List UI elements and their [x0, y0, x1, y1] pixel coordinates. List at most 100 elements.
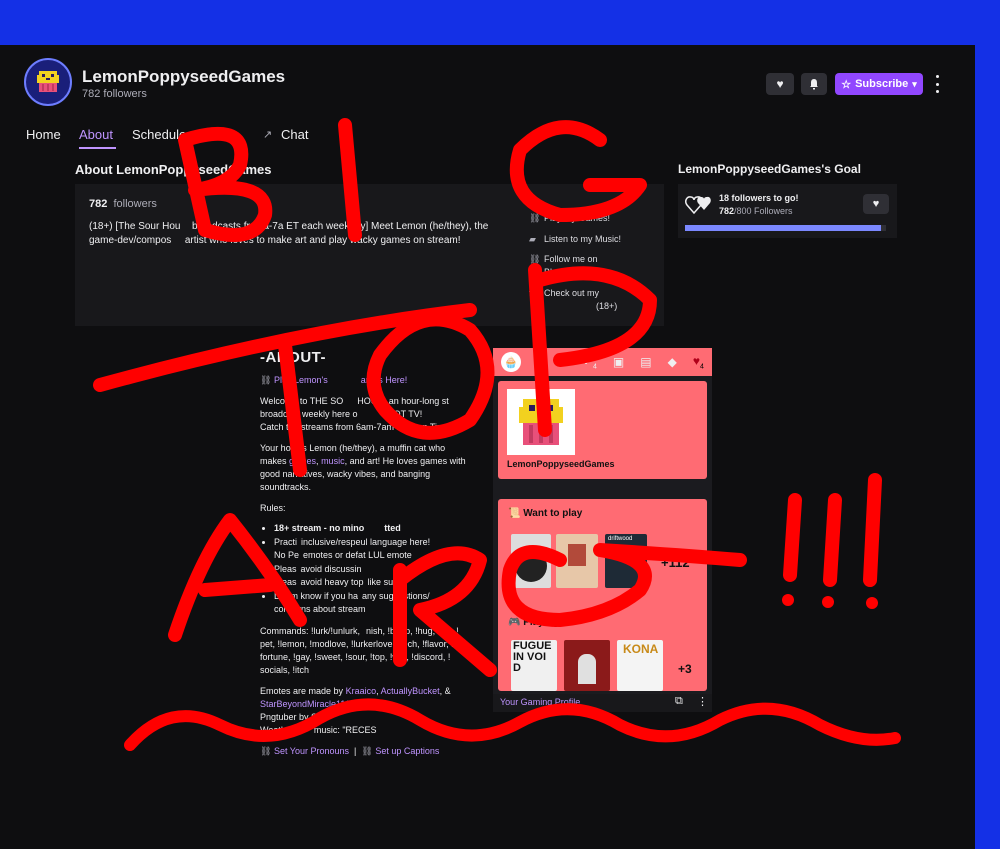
follow-button[interactable]: ♥	[766, 73, 794, 95]
list-item: Practiinclusive/respeul language here!	[274, 536, 499, 550]
check-tab-icon[interactable]: ✔4	[583, 354, 597, 370]
link-bluesky[interactable]: ⛓ Follow me on Bluesky! (18+)	[529, 253, 602, 279]
goal-progress-text: 782/800 Followers	[719, 206, 793, 216]
goal-follow-button[interactable]: ♥	[863, 194, 889, 214]
heart-icon: ♥	[872, 198, 880, 210]
about-follower-count: 782 followers	[89, 198, 157, 210]
play-games-link[interactable]: ⛓ Play Lemon's ames Here!	[260, 374, 485, 387]
popout-icon[interactable]: ⧉	[675, 695, 683, 708]
game-thumb-driftwood[interactable]: driftwood	[605, 534, 647, 588]
tab-home[interactable]: Home	[26, 127, 61, 142]
link-icon: ⛓	[260, 375, 272, 385]
games-card: 📜 Want to play driftwood +112 🎮 Playing …	[498, 499, 707, 691]
extension-footer: Your Gaming Profile ⧉ ⋮	[493, 694, 712, 712]
goal-remaining: 18 followers to go!	[719, 193, 799, 203]
bell-icon	[810, 79, 818, 90]
about-heading: About LemonPoppyseedGames	[75, 162, 272, 177]
list-item: No Peemotes or defat LUL emote	[274, 549, 499, 563]
emotes-credit: Emotes are made by Kraaico, ActuallyBuck…	[260, 686, 451, 735]
profile-card: LemonPoppyseedGames	[498, 381, 707, 479]
game-thumb-kona[interactable]: KONA	[617, 640, 663, 691]
gaming-profile-extension: 🧁 ▮ ◓ ✔4 ▣ ▤ ◆ ♥4 LemonPoppyseedGames 📜 …	[493, 348, 712, 712]
gamepad-icon: 🎮	[508, 617, 521, 628]
follower-number: 782	[89, 198, 108, 210]
star-icon: ☆	[841, 78, 852, 91]
scroll-icon: 📜	[508, 508, 521, 519]
link-icon: ⛓	[529, 254, 541, 264]
channel-avatar[interactable]	[24, 58, 72, 106]
more-options-icon[interactable]: ⋮	[697, 695, 708, 708]
channel-name[interactable]: LemonPoppyseedGames	[82, 67, 285, 87]
goal-progress-fill	[685, 225, 882, 231]
link-tumblr[interactable]: t Check out my (18+)	[529, 287, 617, 313]
subscribe-button[interactable]: ☆ Subscribe ▾	[835, 73, 923, 95]
game-thumb[interactable]	[564, 640, 610, 691]
artist-link[interactable]: Kraaico	[346, 686, 377, 696]
game-thumb-fugue[interactable]: FUGUE IN VOID	[511, 640, 557, 691]
profile-name: LemonPoppyseedGames	[507, 459, 615, 469]
subscribe-label: Subscribe	[855, 78, 909, 90]
playing-heading: 🎮 Playing	[508, 617, 559, 628]
headset-tab-icon[interactable]: ◓	[560, 355, 567, 369]
goal-progress-bar	[685, 225, 886, 231]
goal-heading: LemonPoppyseedGames's Goal	[678, 162, 861, 176]
hearts-icon	[685, 196, 711, 215]
captions-link[interactable]: Set up Captions	[375, 746, 439, 756]
heart-icon: ♥	[776, 77, 784, 91]
link-icon: ⛓	[529, 213, 541, 223]
follower-label: followers	[113, 198, 157, 210]
muffin-icon	[519, 399, 563, 445]
channel-about-page: LemonPoppyseedGames 782 followers ♥ ☆ Su…	[0, 45, 975, 849]
tab-videos[interactable]: Vi	[204, 127, 215, 142]
trophy-tab-icon[interactable]: ▮	[537, 355, 544, 369]
music-link[interactable]: music	[321, 456, 345, 466]
welcome-text: Welcome to THE SO HOUR, an hour-long st b…	[260, 396, 453, 432]
link-icon: ⛓	[361, 746, 373, 756]
rules-list: 18+ stream - no minotted Practiinclusive…	[260, 522, 499, 617]
muffin-avatar-icon	[37, 71, 59, 92]
tumblr-icon: t	[529, 288, 532, 298]
camera-tab-icon[interactable]: ▤	[640, 355, 651, 369]
playing-more-count[interactable]: +3	[678, 662, 692, 676]
channel-follower-count: 782 followers	[82, 88, 147, 100]
tag-tab-icon[interactable]: ◆	[668, 355, 677, 369]
footer-links: ⛓ Set Your Pronouns | ⛓ Set up Captions	[260, 746, 440, 756]
extension-tabs: 🧁 ▮ ◓ ✔4 ▣ ▤ ◆ ♥4	[493, 348, 712, 376]
tab-chat[interactable]: Chat	[281, 127, 308, 142]
more-options-icon[interactable]	[933, 75, 941, 93]
bandcamp-icon: ▰	[529, 234, 536, 244]
gaming-profile-link[interactable]: Your Gaming Profile	[500, 697, 580, 707]
want-to-play-heading: 📜 Want to play	[508, 508, 583, 519]
notifications-button[interactable]	[801, 73, 827, 95]
list-item: Pleasavoid heavy toplike suici	[274, 576, 499, 590]
host-text: Your host is Lemon (he/they), a muffin c…	[260, 443, 466, 492]
pronouns-link[interactable]: Set Your Pronouns	[274, 746, 349, 756]
artist-link[interactable]: ActuallyBucket	[381, 686, 440, 696]
cards-tab-icon[interactable]: ▣	[613, 355, 624, 369]
panel-about-title: -ABOUT-	[260, 349, 326, 366]
game-thumb[interactable]	[556, 534, 598, 588]
chevron-down-icon: ▾	[912, 78, 917, 89]
link-icon: ⛓	[260, 746, 272, 756]
active-tab-indicator	[79, 147, 116, 149]
tab-schedule[interactable]: Schedule	[132, 127, 186, 142]
game-thumb[interactable]	[511, 534, 551, 588]
about-description: (18+) [The Sour Hou broadcasts fr a-7a E…	[89, 221, 489, 246]
commands-text: Commands: !lurk/!unlurk, nish, !boop, !hu…	[260, 626, 459, 675]
follower-goal-card: 18 followers to go! 782/800 Followers ♥	[678, 184, 897, 238]
heart-tab-icon[interactable]: ♥4	[693, 354, 704, 370]
link-music[interactable]: ▰ Listen to my Music!	[529, 233, 621, 246]
rules-label: Rules:	[260, 503, 286, 513]
external-link-icon: ↗	[263, 129, 273, 141]
tab-about[interactable]: About	[79, 127, 113, 142]
muffin-tab-icon[interactable]: 🧁	[501, 352, 521, 372]
artist-link[interactable]: StarBeyondMiracle1161	[260, 699, 355, 709]
list-item: Pleasavoid discussin	[274, 563, 499, 577]
about-panel: 782 followers (18+) [The Sour Hou broadc…	[75, 184, 664, 326]
list-item: Letm know if you haany suggestions/conce…	[274, 590, 499, 617]
profile-avatar	[507, 389, 575, 455]
games-link[interactable]: games	[289, 456, 316, 466]
want-more-count[interactable]: +112	[661, 555, 690, 570]
list-item: 18+ stream - no minotted	[274, 522, 499, 536]
link-play-games[interactable]: ⛓ Play My Games!	[529, 212, 610, 225]
